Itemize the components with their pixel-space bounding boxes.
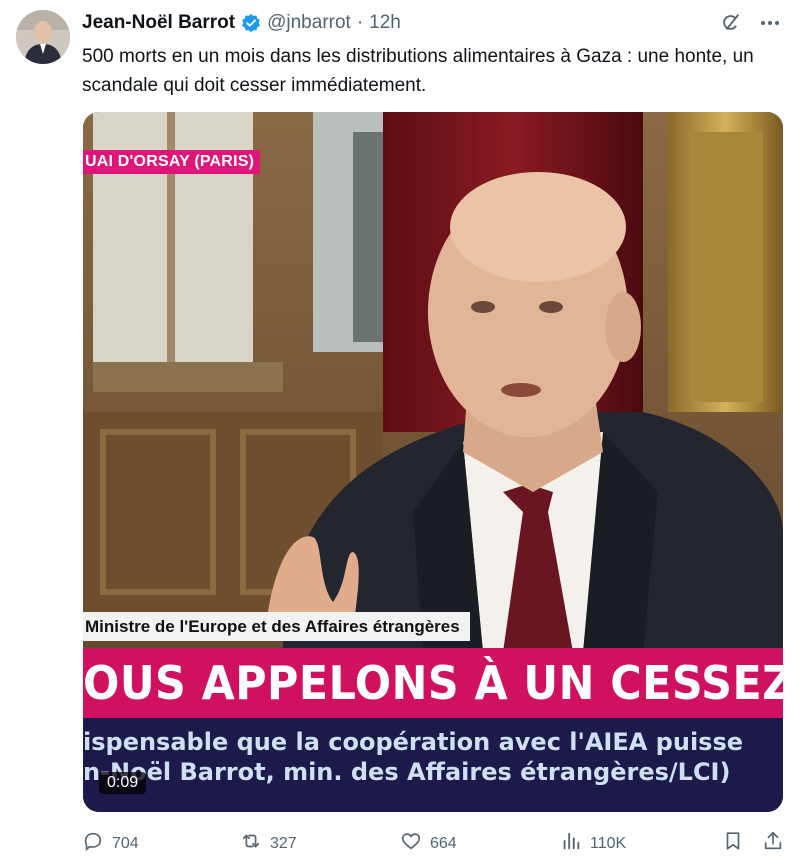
bookmark-icon	[722, 830, 744, 857]
header-separator: ·	[356, 12, 364, 33]
author-handle[interactable]: @jnbarrot	[267, 12, 351, 34]
avatar-image	[16, 10, 70, 64]
reply-button[interactable]: 704	[82, 830, 139, 857]
video-timecode: 0:09	[99, 772, 147, 794]
tweet-header: Jean-Noël Barrot @jnbarrot · 12h	[82, 12, 401, 34]
views-icon	[560, 830, 582, 857]
avatar[interactable]	[16, 10, 70, 64]
share-button[interactable]	[762, 830, 784, 857]
video-player[interactable]: UAI D'ORSAY (PARIS) Ministre de l'Europe…	[83, 112, 783, 812]
headline-band: OUS APPELONS À UN CESSEZ-LE-FE	[83, 648, 783, 718]
headline-text: OUS APPELONS À UN CESSEZ-LE-FE	[83, 656, 783, 710]
more-icon[interactable]	[758, 12, 782, 34]
reply-count: 704	[112, 834, 139, 852]
repost-button[interactable]: 327	[240, 830, 297, 857]
tweet-text: 500 morts en un mois dans les distributi…	[82, 46, 754, 96]
tweet-top-actions	[720, 12, 782, 34]
like-button[interactable]: 664	[400, 830, 457, 857]
repost-count: 327	[270, 834, 297, 852]
views-button[interactable]: 110K	[560, 830, 626, 857]
views-count: 110K	[590, 834, 627, 852]
news-ticker: ispensable que la coopération avec l'AIE…	[83, 718, 783, 812]
location-badge: UAI D'ORSAY (PARIS)	[83, 150, 261, 174]
verified-badge-icon	[241, 13, 261, 33]
like-icon	[400, 830, 422, 857]
tweet-action-bar: 704 327 664 110K	[82, 830, 782, 860]
bookmark-button[interactable]	[722, 830, 744, 857]
tweet-time[interactable]: 12h	[369, 12, 401, 34]
repost-icon	[240, 830, 262, 857]
grok-icon[interactable]	[720, 12, 742, 34]
like-count: 664	[430, 834, 457, 852]
ticker-line-2: n-Noël Barrot, min. des Affaires étrangè…	[83, 758, 731, 786]
ticker-line-1: ispensable que la coopération avec l'AIE…	[83, 728, 744, 756]
author-name[interactable]: Jean-Noël Barrot	[82, 12, 235, 34]
reply-icon	[82, 830, 104, 857]
share-icon	[762, 830, 784, 857]
video-caption: Ministre de l'Europe et des Affaires étr…	[83, 612, 470, 641]
